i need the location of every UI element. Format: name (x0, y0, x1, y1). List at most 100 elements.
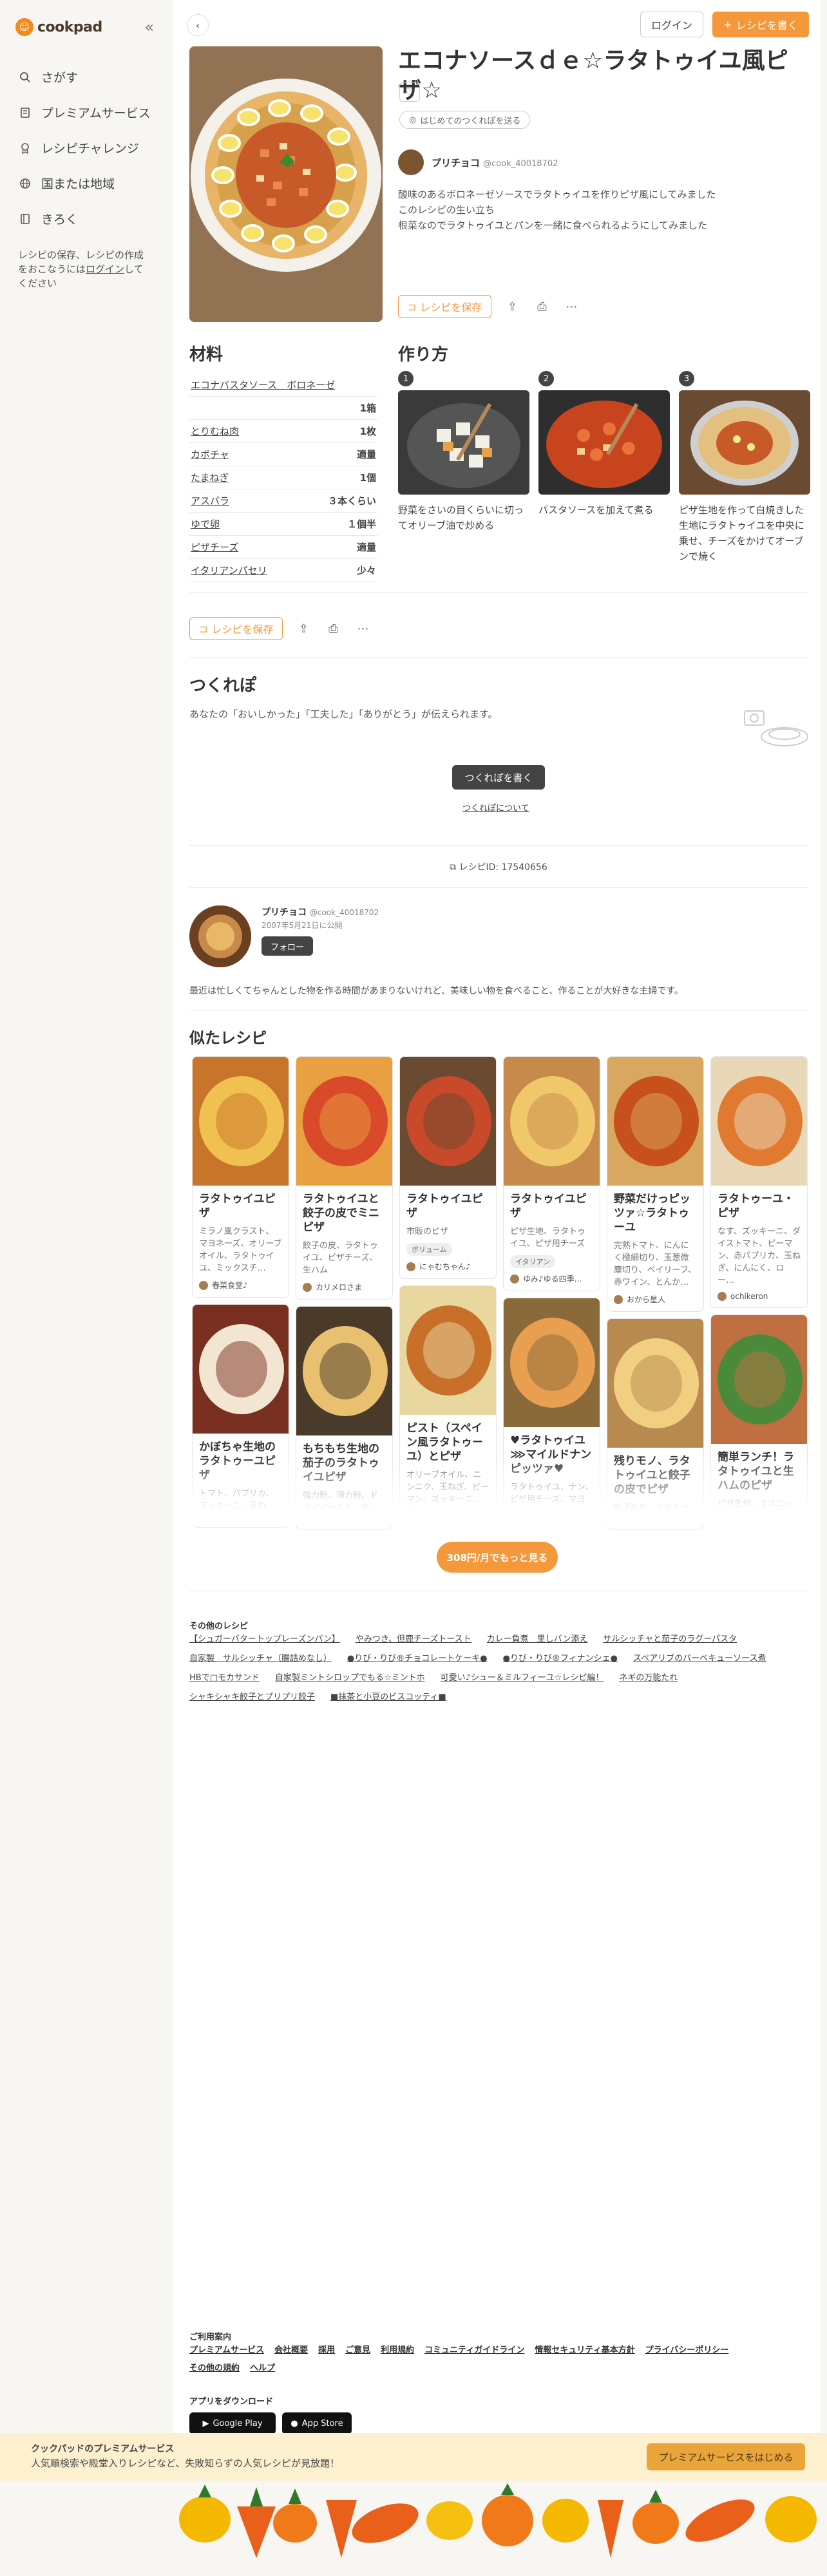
back-button[interactable]: ‹ (187, 14, 209, 36)
similar-recipe-photo[interactable] (296, 1307, 392, 1435)
author-avatar[interactable] (189, 905, 251, 967)
other-recipe-link[interactable]: 自家製 サルシッチャ（腸詰めなし） (189, 1653, 332, 1665)
login-link[interactable]: ログイン (86, 263, 124, 275)
google-play-button[interactable]: ▶ Google Play (189, 2412, 276, 2434)
save-recipe-button[interactable]: ⊐ レシピを保存 (189, 617, 283, 640)
similar-recipe-card[interactable]: ラタトゥイユピザ 市販のピザ ボリューム にゃむちゃん♪ (399, 1056, 497, 1279)
similar-recipe-author[interactable]: カリメロさま (296, 1279, 392, 1299)
other-recipe-link[interactable]: ●りび・りび®フィナンシェ● (503, 1653, 618, 1665)
similar-recipe-photo[interactable] (193, 1057, 289, 1186)
more-icon[interactable]: ⋯ (562, 298, 580, 316)
share-icon[interactable]: ⇪ (294, 620, 312, 638)
footer-link[interactable]: プライバシーポリシー (645, 2344, 729, 2357)
similar-recipe-badge: ボリューム (406, 1243, 452, 1256)
sidebar-item-search[interactable]: さがす (0, 59, 171, 95)
print-icon[interactable]: ⎙ (324, 620, 342, 638)
follow-button[interactable]: フォロー (261, 936, 313, 956)
similar-recipe-title: ラタトゥイユピザ (510, 1193, 587, 1220)
ingredient-name[interactable]: とりむね肉 (191, 424, 239, 438)
similar-recipe-photo[interactable] (504, 1057, 600, 1186)
footer-link[interactable]: その他の規約 (189, 2362, 240, 2375)
recipe-author[interactable]: プリチョコ @cook_40018702 (398, 149, 558, 175)
app-store-button[interactable]: ● App Store (282, 2412, 352, 2434)
ingredient-name[interactable]: イタリアンパセリ (191, 564, 267, 577)
similar-recipe-photo[interactable] (504, 1298, 600, 1427)
ingredient-name[interactable]: エコナパスタソース ボロネーゼ (191, 378, 335, 392)
other-recipe-link[interactable]: ■抹茶と小豆のビスコッティ■ (330, 1691, 446, 1704)
start-premium-button[interactable]: プレミアムサービスをはじめる (647, 2443, 805, 2470)
more-icon[interactable]: ⋯ (354, 620, 372, 638)
ingredient-name[interactable]: ゆで卵 (191, 517, 220, 531)
other-recipe-link[interactable]: ネギの万能たれ (619, 1672, 678, 1685)
other-recipe-link[interactable]: スペアリブのバーベキューソース煮 (633, 1653, 766, 1665)
logo[interactable]: ☺ cookpad (15, 18, 102, 36)
similar-recipe-photo[interactable] (711, 1315, 807, 1444)
divider (189, 845, 809, 846)
sidebar-item-label: レシピチャレンジ (41, 142, 139, 156)
other-recipe-link[interactable]: サルシッチャと茄子のラグーパスタ (603, 1633, 737, 1646)
other-recipe-link[interactable]: やみつき、但鹿チーズトースト (356, 1633, 471, 1646)
similar-recipe-photo[interactable] (296, 1057, 392, 1186)
share-icon[interactable]: ⇪ (503, 298, 521, 316)
sidebar-item-challenge[interactable]: レシピチャレンジ (0, 130, 171, 166)
app-download-title: アプリをダウンロード (189, 2397, 274, 2407)
similar-recipe-card[interactable]: ラタトゥイユピザ ピザ生地、ラタトゥイユ、ピザ用チーズ イタリアン ゆみ♪ゆる四季… (503, 1056, 600, 1291)
similar-recipe-photo[interactable] (711, 1057, 807, 1186)
step-photo[interactable] (538, 390, 670, 495)
login-button[interactable]: ログイン (640, 12, 703, 37)
similar-recipe-author[interactable]: ochikeron (711, 1289, 807, 1307)
similar-recipe-author[interactable]: おから星人 (607, 1291, 703, 1311)
similar-recipe-author[interactable]: 春菜食堂♪ (193, 1277, 289, 1297)
sidebar-item-record[interactable]: きろく (0, 201, 171, 236)
footer-link[interactable]: 情報セキュリティ基本方針 (535, 2344, 634, 2357)
sidebar-item-region[interactable]: 国または地域 (0, 166, 171, 201)
avatar (614, 1294, 623, 1304)
similar-recipe-card[interactable]: 野菜だけっピッツァ☆ラタトゥーユ 完熟トマト、にんにく極細切り、玉葱微塵切り、ベイ… (607, 1056, 704, 1312)
footer-link[interactable]: ヘルプ (250, 2362, 275, 2375)
author-name: にゃむちゃん♪ (419, 1262, 471, 1271)
footer-link[interactable]: プレミアムサービス (189, 2344, 264, 2357)
other-recipe-link[interactable]: カレー負煮 里しバン添え (487, 1633, 588, 1646)
bookmark-icon: ⊐ (408, 300, 417, 313)
other-recipe-link[interactable]: シャキシャキ餃子とプリプリ餃子 (189, 1691, 315, 1704)
footer-link[interactable]: 利用規約 (381, 2344, 414, 2357)
step-photo[interactable] (398, 390, 529, 495)
other-recipe-link[interactable]: 可愛い♪シュー＆ミルフィーユ☆レシピ編！ (441, 1672, 604, 1685)
other-recipe-link[interactable]: 【シュガーバタートップレーズンパン】 (189, 1633, 340, 1646)
about-tsukurepo-link[interactable]: つくれぽについて (462, 801, 529, 813)
write-recipe-button[interactable]: + レシピを書く (712, 12, 809, 37)
similar-recipe-card[interactable]: ラタトゥイユピザ ミラノ風クラスト、マヨネーズ、オリーブオイル、ラタトゥイユ、ミッ… (192, 1056, 289, 1298)
author-since: 2007年5月21日に公開 (261, 921, 343, 930)
author-name[interactable]: プリチョコ @cook_40018702 (261, 905, 379, 918)
footer-link[interactable]: 会社概要 (274, 2344, 308, 2357)
other-recipe-link[interactable]: HBで□モカサンド (189, 1672, 260, 1685)
write-tsukurepo-button[interactable]: つくれぽを書く (452, 765, 545, 790)
footer-link[interactable]: 採用 (318, 2344, 335, 2357)
other-recipe-link[interactable]: ●りび・りび®チョコレートケーキ● (347, 1653, 488, 1665)
step-photo[interactable] (679, 390, 810, 495)
collapse-sidebar-icon[interactable]: « (144, 18, 154, 36)
like-button[interactable]: ♡ (399, 82, 420, 102)
footer-link[interactable]: ご意見 (345, 2344, 370, 2357)
ingredient-name[interactable]: ピザチーズ (191, 540, 238, 554)
similar-recipe-author[interactable]: ゆみ♪ゆる四季… (504, 1271, 600, 1291)
ingredient-name[interactable]: たまねぎ (191, 471, 229, 484)
other-recipe-link[interactable]: 自家製ミントシロップでもる☆ミントホ (275, 1672, 425, 1685)
sidebar-item-premium[interactable]: プレミアムサービス (0, 95, 171, 130)
recipe-photo[interactable] (189, 46, 383, 322)
ingredient-name[interactable]: カボチャ (191, 448, 229, 461)
similar-recipe-photo[interactable] (607, 1319, 703, 1448)
save-recipe-button[interactable]: ⊐ レシピを保存 (398, 295, 492, 318)
similar-recipe-author[interactable]: にゃむちゃん♪ (400, 1258, 496, 1278)
similar-recipe-photo[interactable] (400, 1286, 496, 1415)
first-tsukurepo-button[interactable]: ◎ はじめてのつくれぽを送る (399, 111, 531, 129)
similar-recipe-photo[interactable] (400, 1057, 496, 1186)
similar-recipe-card[interactable]: ラタトゥーユ・ピザ なす、ズッキーニ、ダイストマト、ピーマン、赤パプリカ、玉ねぎ、… (710, 1056, 808, 1308)
print-icon[interactable]: ⎙ (533, 298, 551, 316)
footer-link[interactable]: コミュニティガイドライン (424, 2344, 524, 2357)
similar-recipe-card[interactable]: ラタトゥイユと餃子の皮でミニピザ 餃子の皮、ラタトゥイユ、ピザチーズ、生ハム カリメ… (296, 1056, 393, 1300)
ingredient-name[interactable]: アスパラ (191, 494, 229, 507)
similar-recipe-photo[interactable] (607, 1057, 703, 1186)
similar-recipe-photo[interactable] (193, 1305, 289, 1434)
premium-more-button[interactable]: 308円/月でもっと見る (437, 1542, 558, 1573)
